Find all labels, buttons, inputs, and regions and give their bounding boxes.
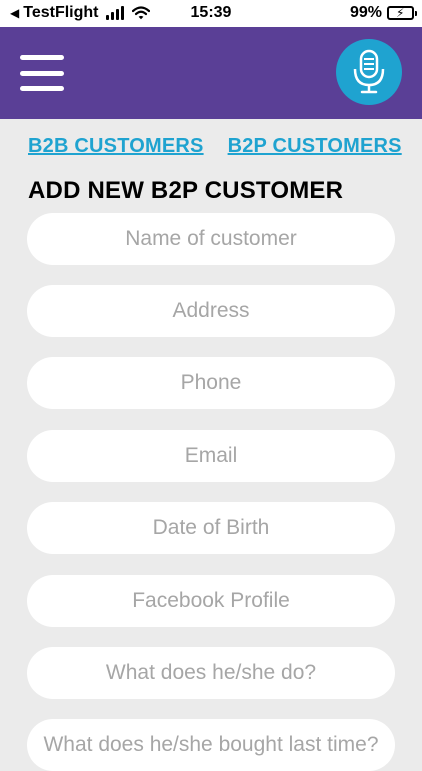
main-content: B2B CUSTOMERS B2P CUSTOMERS ADD NEW B2P … [0,119,422,771]
email-field[interactable] [27,430,395,482]
occupation-field[interactable] [27,647,395,699]
battery-icon: ⚡ [387,6,417,20]
wifi-icon [132,6,151,20]
cellular-signal-icon [106,6,125,20]
address-field[interactable] [27,285,395,337]
status-bar: ◀ TestFlight 15:39 99% ⚡ [0,0,422,27]
tab-b2p-customers[interactable]: B2P CUSTOMERS [228,135,402,158]
status-right: 99% ⚡ [349,4,417,22]
battery-percent: 99% [349,4,382,21]
tab-b2b-customers[interactable]: B2B CUSTOMERS [28,135,204,158]
phone-field[interactable] [27,357,395,409]
back-app-label[interactable]: TestFlight [23,4,98,22]
customer-tabs: B2B CUSTOMERS B2P CUSTOMERS [28,135,402,158]
facebook-profile-field[interactable] [27,575,395,627]
back-caret-icon[interactable]: ◀ [10,5,19,21]
date-of-birth-field[interactable] [27,502,395,554]
app-header [0,27,422,119]
hamburger-menu-icon[interactable] [20,55,64,91]
customer-name-field[interactable] [27,213,395,265]
status-left[interactable]: ◀ TestFlight [10,4,151,22]
microphone-icon [353,49,385,94]
last-purchase-field[interactable] [27,719,395,771]
page-title: ADD NEW B2P CUSTOMER [28,177,344,204]
microphone-button[interactable] [336,39,402,105]
